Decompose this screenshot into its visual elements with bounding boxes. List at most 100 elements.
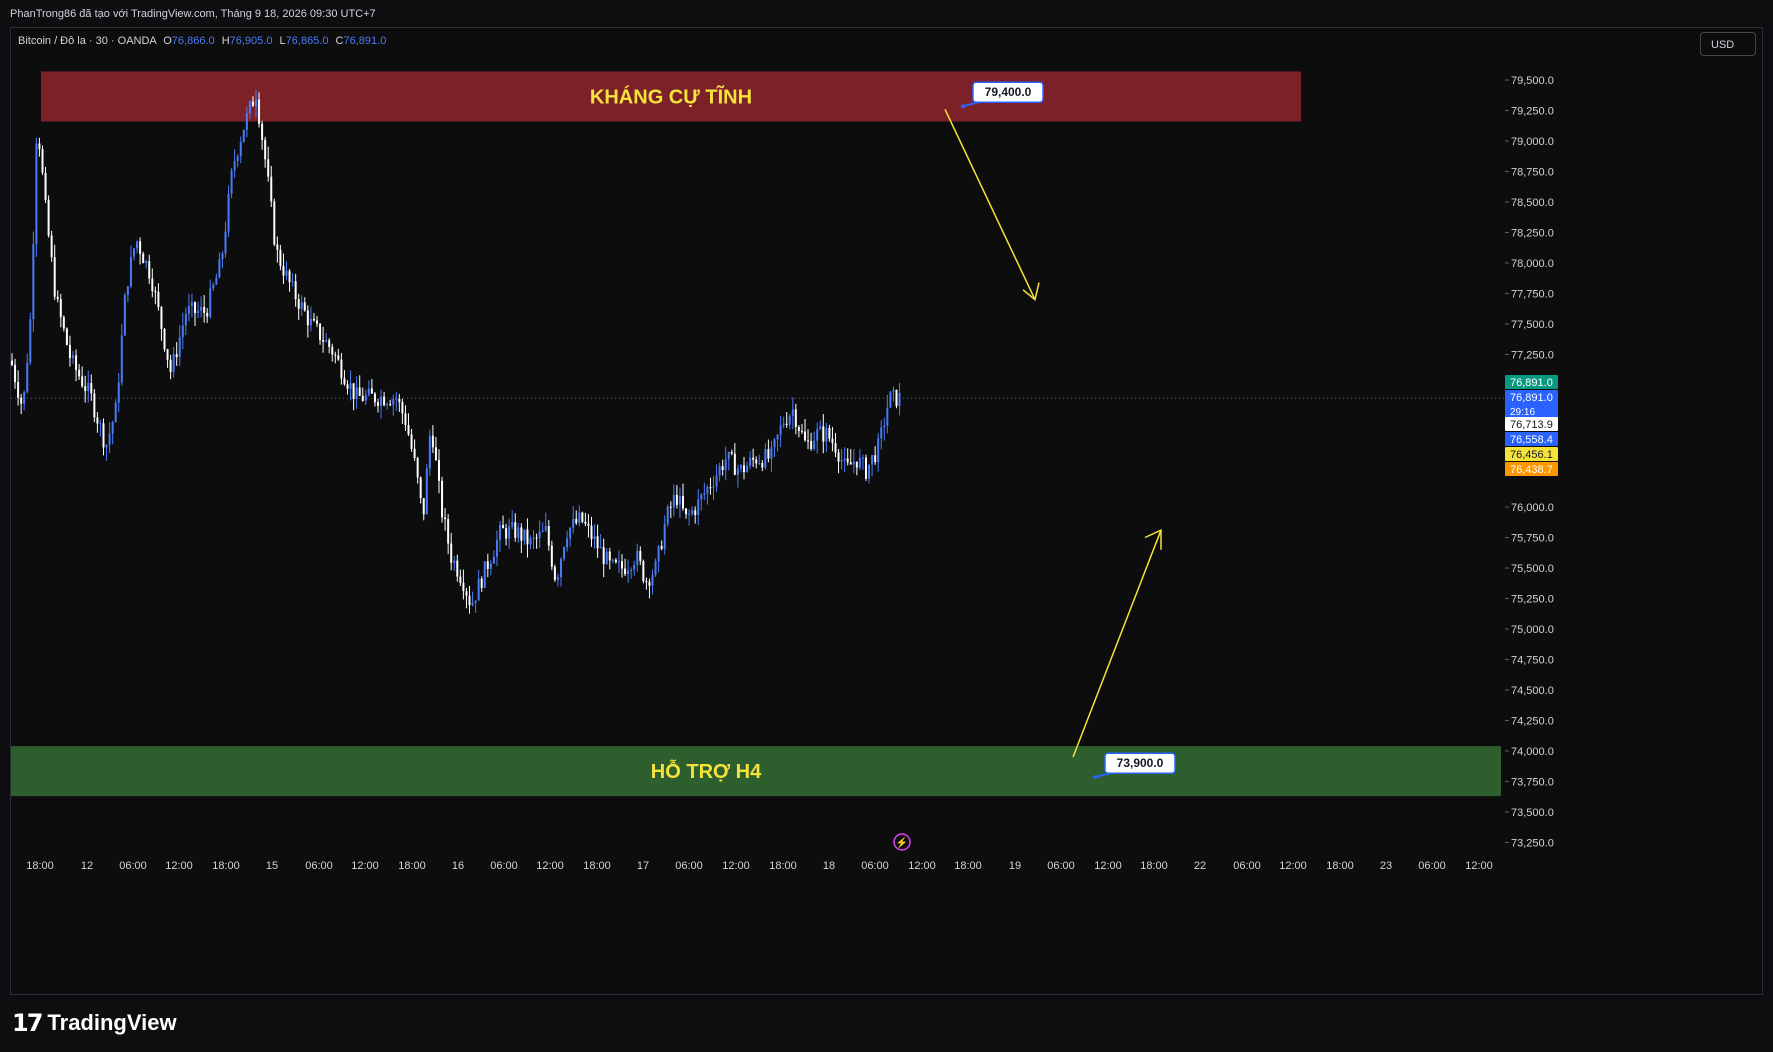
candle-body bbox=[264, 139, 267, 160]
candle-body bbox=[749, 457, 752, 466]
candle-body bbox=[438, 459, 440, 481]
candle-body bbox=[889, 391, 892, 408]
candle-body bbox=[605, 551, 608, 565]
price-note-label: 73,900.0 bbox=[1117, 756, 1164, 770]
x-tick-label: 16 bbox=[452, 860, 464, 872]
candle-body bbox=[825, 427, 828, 442]
candle-body bbox=[459, 576, 462, 583]
candle-body bbox=[261, 123, 264, 140]
candle-body bbox=[648, 581, 651, 586]
candle-body bbox=[611, 559, 614, 561]
x-tick-label: 06:00 bbox=[305, 860, 333, 872]
candle-body bbox=[807, 440, 810, 442]
candle-body bbox=[355, 387, 358, 400]
candle-body bbox=[599, 547, 602, 549]
candle-body bbox=[703, 493, 706, 495]
candle-body bbox=[544, 525, 547, 531]
candle-body bbox=[68, 344, 71, 359]
candle-body bbox=[791, 409, 794, 417]
candle-body bbox=[239, 141, 242, 157]
candle-body bbox=[395, 398, 398, 400]
candle-body bbox=[425, 468, 428, 515]
candle-body bbox=[65, 328, 68, 345]
candle-body bbox=[431, 435, 434, 448]
candle-body bbox=[398, 398, 401, 403]
candle-body bbox=[114, 402, 117, 423]
candle-body bbox=[819, 426, 822, 430]
candle-body bbox=[276, 244, 279, 250]
candle-body bbox=[724, 459, 727, 471]
candle-body bbox=[642, 561, 645, 582]
candle-body bbox=[169, 359, 172, 373]
candle-body bbox=[517, 527, 520, 538]
candle-body bbox=[874, 455, 877, 463]
candle-body bbox=[852, 461, 855, 465]
candle-body bbox=[813, 440, 816, 449]
candle-body bbox=[32, 244, 35, 320]
candle-body bbox=[578, 512, 581, 524]
candle-body bbox=[666, 506, 669, 524]
y-tick-label: 79,000.0 bbox=[1511, 136, 1554, 148]
candle-body bbox=[880, 427, 883, 439]
currency-button[interactable]: USD bbox=[1700, 32, 1756, 56]
candle-body bbox=[267, 159, 270, 177]
candle-body bbox=[608, 551, 611, 561]
candle-body bbox=[29, 319, 32, 363]
candle-body bbox=[117, 382, 120, 403]
candle-body bbox=[325, 340, 328, 342]
candle-body bbox=[529, 538, 532, 545]
candle-body bbox=[590, 525, 593, 540]
candle-body bbox=[456, 560, 459, 577]
candle-body bbox=[877, 438, 880, 463]
x-tick-label: 12 bbox=[81, 860, 93, 872]
candle-body bbox=[550, 545, 553, 567]
candle-body bbox=[273, 201, 276, 245]
zone-label-resistance: KHÁNG CỰ TĨNH bbox=[590, 85, 752, 108]
y-tick-label: 73,750.0 bbox=[1511, 777, 1554, 789]
candle-body bbox=[346, 384, 349, 389]
candle-body bbox=[471, 602, 474, 606]
candle-body bbox=[541, 530, 544, 532]
candle-body bbox=[773, 439, 776, 448]
candle-body bbox=[453, 560, 456, 563]
x-tick-label: 12:00 bbox=[1279, 860, 1307, 872]
candle-body bbox=[367, 388, 370, 395]
candle-body bbox=[126, 286, 129, 295]
candle-body bbox=[556, 577, 559, 580]
candle-body bbox=[566, 538, 569, 548]
candle-body bbox=[373, 393, 376, 403]
candle-body bbox=[596, 536, 599, 549]
x-tick-label: 18:00 bbox=[398, 860, 426, 872]
y-tick-label: 79,250.0 bbox=[1511, 106, 1554, 118]
candle-body bbox=[194, 302, 196, 313]
candle-body bbox=[157, 291, 160, 308]
candle-body bbox=[483, 561, 486, 588]
candle-body bbox=[352, 383, 355, 400]
candle-body bbox=[721, 466, 724, 471]
y-tick-label: 75,000.0 bbox=[1511, 624, 1554, 636]
candle-body bbox=[837, 452, 840, 462]
chart-pane[interactable]: KHÁNG CỰ TĨNH HỖ TRỢ H4 79,400.0 73,900.0 ⚡ 7… bbox=[10, 27, 1763, 995]
candle-body bbox=[477, 578, 480, 601]
candle-body bbox=[120, 335, 123, 383]
candle-body bbox=[190, 302, 193, 307]
price-tag-label: 76,891.0 bbox=[1510, 392, 1553, 404]
candle-body bbox=[465, 591, 468, 596]
tradingview-logo[interactable]: 𝟭𝟳 TradingView bbox=[12, 1008, 177, 1038]
candle-body bbox=[520, 527, 523, 541]
candle-body bbox=[678, 496, 681, 505]
candle-body bbox=[868, 464, 871, 479]
price-chart[interactable]: KHÁNG CỰ TĨNH HỖ TRỢ H4 79,400.0 73,900.0 ⚡ 7… bbox=[11, 28, 1764, 996]
x-tick-label: 06:00 bbox=[1047, 860, 1075, 872]
price-tag-label: 76,558.4 bbox=[1510, 434, 1553, 446]
candle-body bbox=[898, 393, 901, 407]
candle-body bbox=[810, 440, 813, 449]
candle-body bbox=[413, 448, 416, 459]
candle-body bbox=[38, 143, 41, 150]
candle-body bbox=[377, 402, 379, 406]
price-tag-label: 76,891.0 bbox=[1510, 377, 1553, 389]
arrow-down bbox=[944, 108, 1036, 300]
candle-body bbox=[444, 517, 447, 520]
y-tick-label: 78,500.0 bbox=[1511, 197, 1554, 209]
x-tick-label: 06:00 bbox=[675, 860, 703, 872]
